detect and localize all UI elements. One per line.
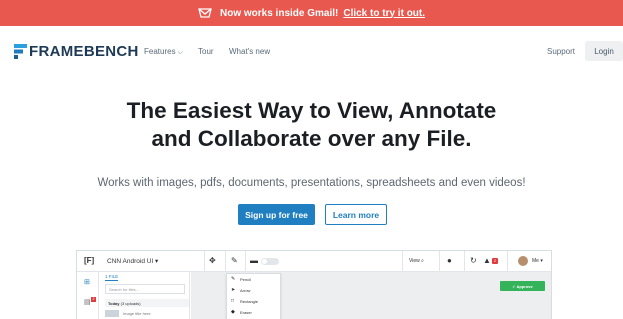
nav-link-features[interactable]: Features ⌵ [144,47,183,57]
tool-arrow-label: Arrow [240,287,251,293]
rectangle-icon: □ [231,298,235,304]
comment-icon[interactable]: ▬ [250,256,258,265]
approve-button[interactable]: ✓ Approve [500,281,545,291]
logo-wordmark: FRAMEBENCH [29,43,139,60]
file-thumbnail [105,310,119,317]
list-item[interactable]: Image title here [105,310,151,317]
toolbar-divider [204,251,205,272]
sign-up-button[interactable]: Sign up for free [238,204,315,225]
files-panel: 1 FILE Search for files... Today (3 uplo… [100,272,190,319]
view-menu[interactable]: View ⌕ [409,258,424,264]
arrow-icon: ➤ [231,287,236,293]
learn-more-button[interactable]: Learn more [325,204,387,225]
nav-link-tour[interactable]: Tour [198,47,214,56]
refresh-icon[interactable]: ↻ [470,256,477,265]
banner-message: Now works inside Gmail! [219,7,339,19]
notification-badge: 2 [492,258,498,264]
login-button[interactable]: Login [585,41,623,61]
move-icon[interactable]: ✥ [209,256,216,265]
top-navbar: FRAMEBENCH Features ⌵ Tour What's new Sup… [0,26,623,76]
hero-subline: Works with images, pdfs, documents, pres… [97,177,526,189]
toolbar-divider [464,251,465,272]
hero-headline-line-2: and Collaborate over any File. [151,126,472,151]
view-label: View [409,258,420,264]
toolbar-divider [245,251,246,272]
toolbar-divider [439,251,440,272]
inbox-icon[interactable]: ▤ [84,298,91,306]
nav-link-features-label: Features [144,47,176,56]
app-preview: [F] CNN Android UI ▾ ✥ ✎ ▬ View ⌕ ● ↻ ▲ … [76,250,552,319]
nav-link-whats-new[interactable]: What's new [229,47,270,56]
zoom-icon: ⌕ [421,258,424,264]
rail-badge: 2 [91,297,96,302]
tool-rectangle[interactable]: □ Rectangle [231,298,258,304]
banner-link[interactable]: Click to try it out. [343,8,425,19]
tool-eraser[interactable]: ◆ Eraser [231,309,252,315]
framebench-logo-icon [14,44,27,59]
files-tab[interactable]: 1 FILE [105,274,119,281]
toolbar-divider [402,251,403,272]
framebench-logo[interactable]: FRAMEBENCH [14,43,139,60]
file-title: Image title here [123,311,151,316]
date-group-detail: (3 uploads) [120,301,141,306]
bell-icon[interactable]: ▲ [483,256,491,265]
annotation-toggle[interactable] [261,258,279,265]
tool-eraser-label: Eraser [240,309,252,315]
gmail-envelope-icon [198,8,212,18]
nav-link-support[interactable]: Support [547,47,575,56]
hero-headline: The Easiest Way to View, Annotate and Co… [0,97,623,153]
grid-icon[interactable]: ⊞ [84,278,90,286]
chevron-down-icon: ⌵ [177,49,183,56]
tool-rectangle-label: Rectangle [240,298,259,304]
user-menu[interactable]: Me ▾ [532,258,543,264]
announcement-banner[interactable]: Now works inside Gmail! Click to try it … [0,0,623,26]
pencil-icon: ✎ [231,276,236,282]
preview-brand: [F] [84,256,95,265]
chat-icon[interactable]: ● [447,256,452,265]
date-group-header: Today (3 uploads) [105,299,189,307]
tool-pencil[interactable]: ✎ Pencil [231,276,251,282]
pencil-icon[interactable]: ✎ [231,256,238,265]
preview-left-rail: ⊞ ▤ 2 [77,272,99,319]
tool-arrow[interactable]: ➤ Arrow [231,287,250,293]
toolbar-divider [225,251,226,272]
avatar[interactable] [518,256,528,266]
eraser-icon: ◆ [231,309,235,315]
drawing-tool-menu: ✎ Pencil ➤ Arrow □ Rectangle ◆ Eraser [226,273,281,319]
toolbar-divider [507,251,508,272]
hero-headline-line-1: The Easiest Way to View, Annotate [126,98,497,123]
preview-file-selector[interactable]: CNN Android UI ▾ [107,257,158,265]
date-group-label: Today [108,301,120,306]
preview-toolbar: [F] CNN Android UI ▾ ✥ ✎ ▬ View ⌕ ● ↻ ▲ … [77,251,551,272]
file-search-input[interactable]: Search for files... [105,284,185,294]
tool-pencil-label: Pencil [240,276,251,282]
